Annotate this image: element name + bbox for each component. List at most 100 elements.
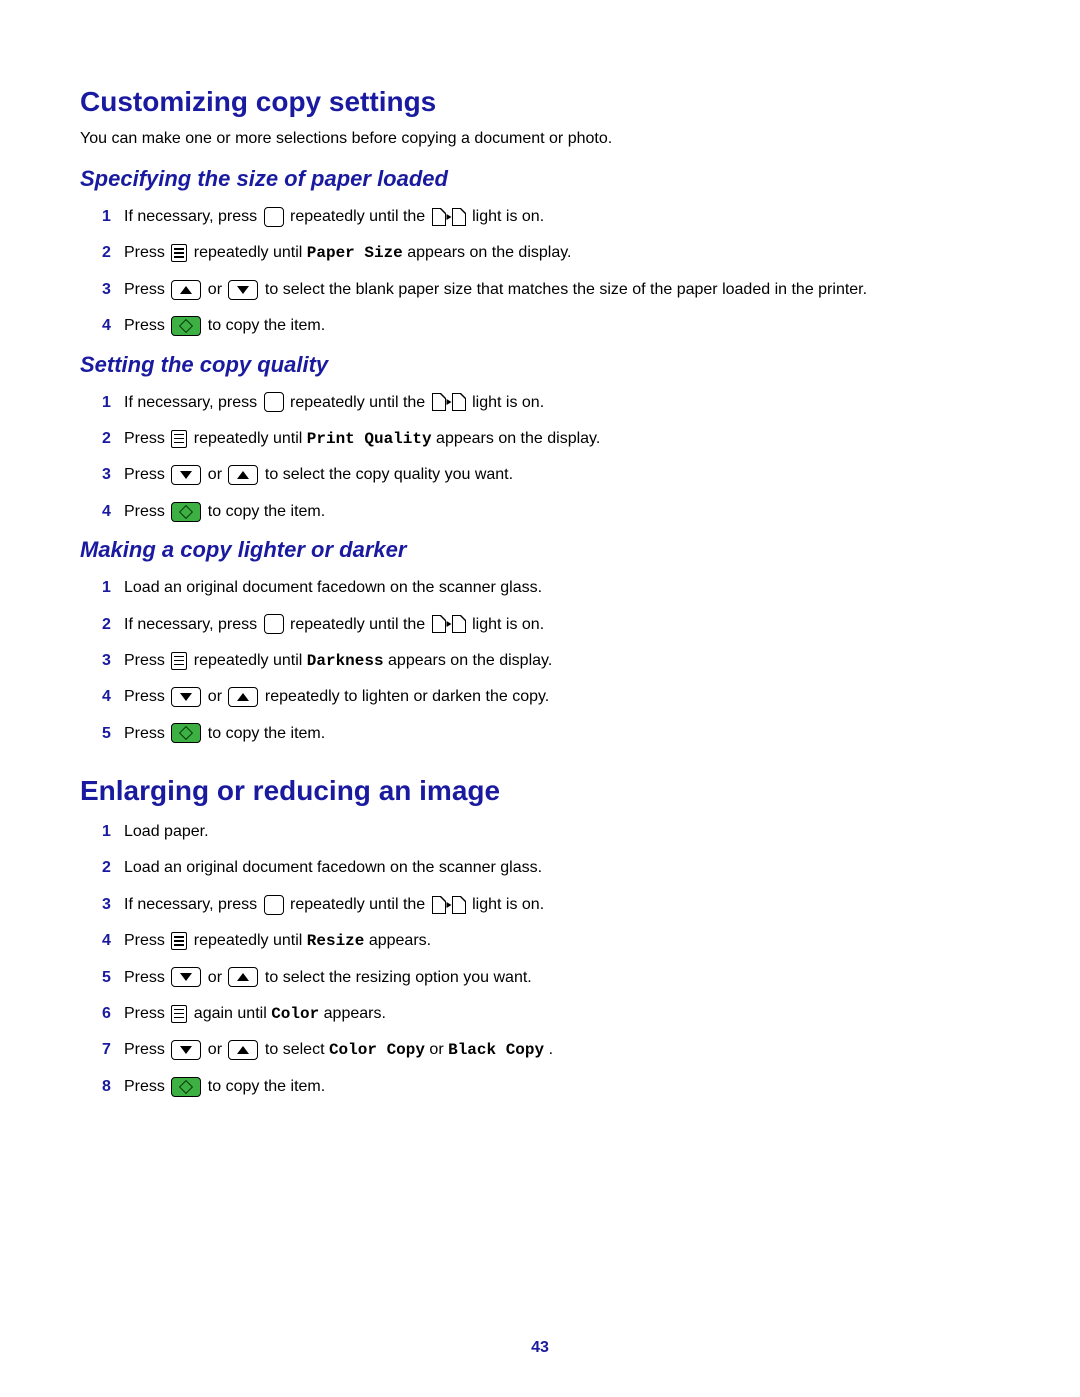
text: again until	[194, 1005, 271, 1022]
text: Load an original document facedown on th…	[124, 579, 542, 596]
text: to copy the item.	[208, 317, 325, 334]
text: light is on.	[472, 896, 544, 913]
text: or	[208, 1041, 227, 1058]
list-item: 1 Load paper.	[102, 821, 1000, 843]
start-button-icon	[171, 502, 201, 522]
text: If necessary, press	[124, 208, 262, 225]
text: Press	[124, 244, 169, 261]
list-item: 2 If necessary, press repeatedly until t…	[102, 614, 1000, 636]
start-button-icon	[171, 723, 201, 743]
list-item: 4 Press to copy the item.	[102, 315, 1000, 337]
text: Press	[124, 725, 169, 742]
list-item: 1 If necessary, press repeatedly until t…	[102, 206, 1000, 228]
text: or	[208, 281, 227, 298]
text: If necessary, press	[124, 616, 262, 633]
display-text: Darkness	[307, 652, 384, 670]
text: .	[549, 1041, 553, 1058]
text: appears on the display.	[388, 652, 552, 669]
down-arrow-button-icon	[171, 1040, 201, 1060]
list-item: 3 Press or to select the copy quality yo…	[102, 464, 1000, 486]
up-arrow-button-icon	[228, 687, 258, 707]
subheading-copy-quality: Setting the copy quality	[80, 352, 1000, 378]
list-item: 1 Load an original document facedown on …	[102, 577, 1000, 599]
menu-button-icon	[171, 430, 187, 448]
text: appears.	[324, 1005, 386, 1022]
text: light is on.	[472, 616, 544, 633]
text: Press	[124, 969, 169, 986]
text: Press	[124, 688, 169, 705]
text: repeatedly until the	[290, 394, 430, 411]
display-text: Resize	[307, 932, 365, 950]
list-item: 8 Press to copy the item.	[102, 1076, 1000, 1098]
text: Press	[124, 503, 169, 520]
text: or	[208, 466, 227, 483]
mode-button-icon	[264, 392, 284, 412]
start-button-icon	[171, 316, 201, 336]
mode-button-icon	[264, 207, 284, 227]
up-arrow-button-icon	[171, 280, 201, 300]
text: to copy the item.	[208, 725, 325, 742]
list-item: 4 Press to copy the item.	[102, 501, 1000, 523]
list-item: 5 Press or to select the resizing option…	[102, 967, 1000, 989]
heading-enlarging-reducing: Enlarging or reducing an image	[80, 775, 1000, 807]
display-text: Color Copy	[329, 1041, 425, 1059]
mode-button-icon	[264, 614, 284, 634]
menu-button-icon	[171, 244, 187, 262]
steps-paper-size: 1 If necessary, press repeatedly until t…	[102, 206, 1000, 338]
text: repeatedly until the	[290, 896, 430, 913]
text: Press	[124, 430, 169, 447]
text: to select the resizing option you want.	[265, 969, 532, 986]
down-arrow-button-icon	[171, 465, 201, 485]
text: repeatedly to lighten or darken the copy…	[265, 688, 549, 705]
text: repeatedly until the	[290, 616, 430, 633]
list-item: 3 Press repeatedly until Darkness appear…	[102, 650, 1000, 672]
text: appears on the display.	[407, 244, 571, 261]
text: Press	[124, 1041, 169, 1058]
text: If necessary, press	[124, 896, 262, 913]
text: Load an original document facedown on th…	[124, 859, 542, 876]
display-text: Black Copy	[448, 1041, 544, 1059]
down-arrow-button-icon	[171, 967, 201, 987]
up-arrow-button-icon	[228, 1040, 258, 1060]
menu-button-icon	[171, 1005, 187, 1023]
intro-paragraph: You can make one or more selections befo…	[80, 130, 1000, 148]
text: appears on the display.	[436, 430, 600, 447]
text: Press	[124, 1005, 169, 1022]
list-item: 2 Press repeatedly until Paper Size appe…	[102, 242, 1000, 264]
list-item: 3 Press or to select the blank paper siz…	[102, 279, 1000, 301]
text: repeatedly until	[194, 652, 307, 669]
text: Press	[124, 281, 169, 298]
manual-page: Customizing copy settings You can make o…	[0, 0, 1080, 1397]
text: to copy the item.	[208, 503, 325, 520]
menu-button-icon	[171, 652, 187, 670]
text: or	[429, 1041, 448, 1058]
display-text: Color	[271, 1005, 319, 1023]
text: repeatedly until	[194, 244, 307, 261]
list-item: 2 Press repeatedly until Print Quality a…	[102, 428, 1000, 450]
list-item: 3 If necessary, press repeatedly until t…	[102, 894, 1000, 916]
down-arrow-button-icon	[228, 280, 258, 300]
display-text: Paper Size	[307, 244, 403, 262]
text: repeatedly until	[194, 932, 307, 949]
text: appears.	[369, 932, 431, 949]
subheading-lighter-darker: Making a copy lighter or darker	[80, 537, 1000, 563]
text: repeatedly until the	[290, 208, 430, 225]
steps-enlarge-reduce: 1 Load paper. 2 Load an original documen…	[102, 821, 1000, 1098]
subheading-paper-size: Specifying the size of paper loaded	[80, 166, 1000, 192]
steps-lighter-darker: 1 Load an original document facedown on …	[102, 577, 1000, 745]
text: to select the copy quality you want.	[265, 466, 513, 483]
text: to select	[265, 1041, 329, 1058]
up-arrow-button-icon	[228, 967, 258, 987]
list-item: 6 Press again until Color appears.	[102, 1003, 1000, 1025]
heading-customizing-copy-settings: Customizing copy settings	[80, 86, 1000, 118]
list-item: 4 Press or repeatedly to lighten or dark…	[102, 686, 1000, 708]
text: Press	[124, 1078, 169, 1095]
menu-button-icon	[171, 932, 187, 950]
text: or	[208, 688, 227, 705]
down-arrow-button-icon	[171, 687, 201, 707]
copy-mode-icon	[432, 896, 466, 914]
text: light is on.	[472, 208, 544, 225]
text: or	[208, 969, 227, 986]
copy-mode-icon	[432, 393, 466, 411]
list-item: 2 Load an original document facedown on …	[102, 857, 1000, 879]
